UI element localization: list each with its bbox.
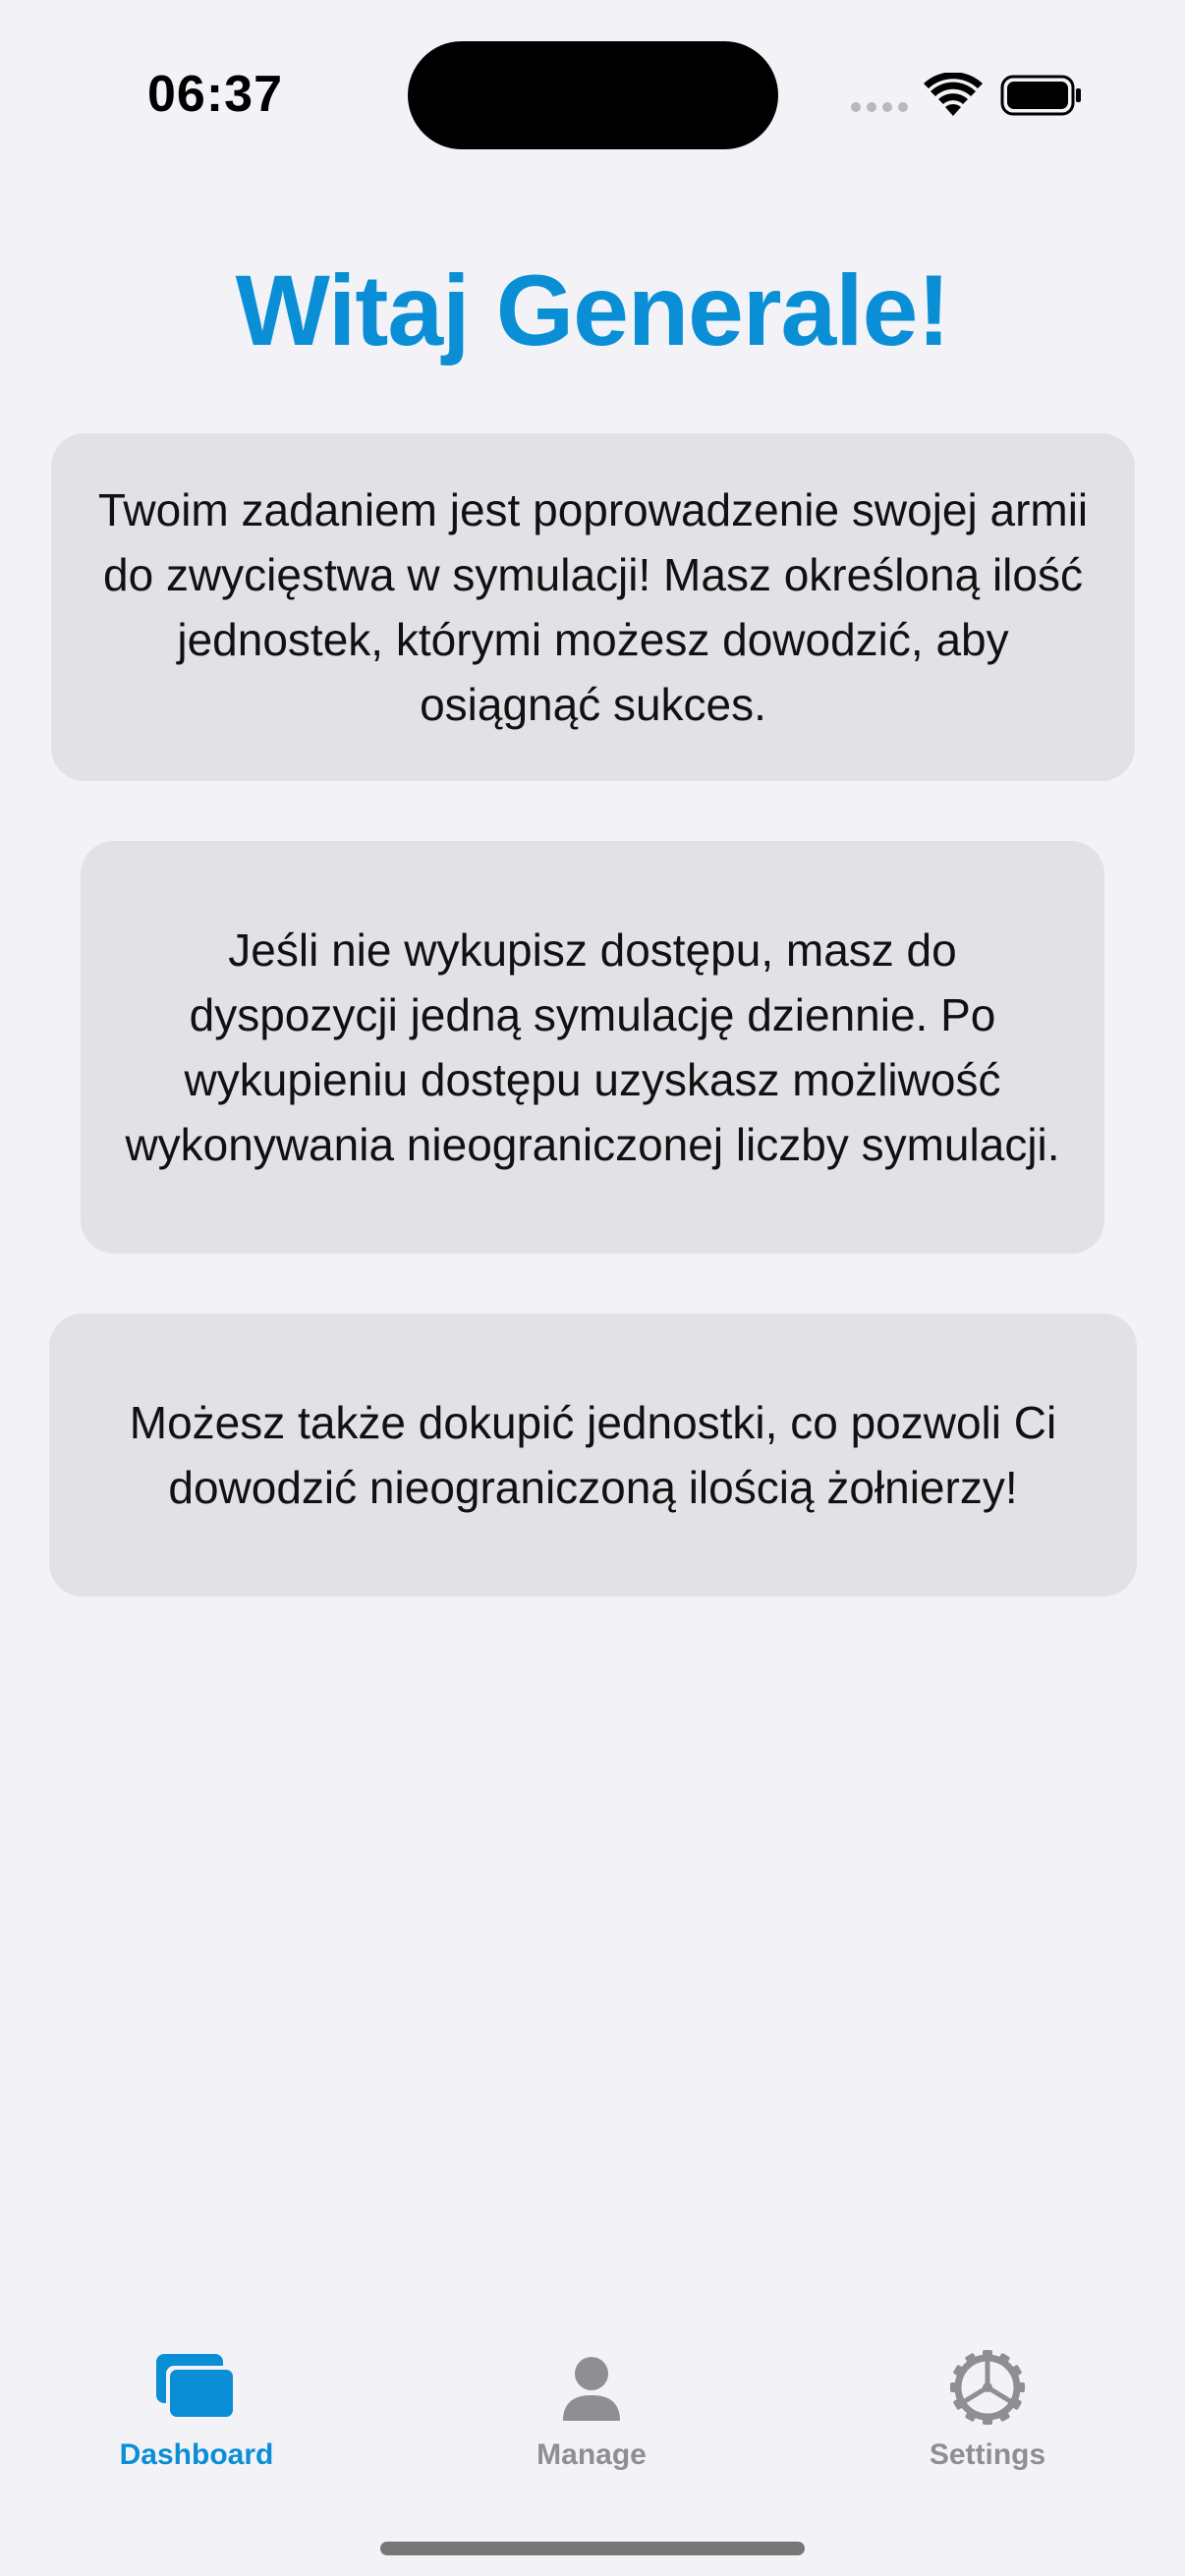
info-card-units: Możesz także dokupić jednostki, co pozwo… [49, 1314, 1137, 1596]
dynamic-island [408, 41, 778, 149]
dashboard-icon [156, 2354, 237, 2421]
page-title: Witaj Generale! [235, 254, 951, 366]
status-bar: 06:37 [0, 0, 1185, 187]
gear-icon [950, 2350, 1025, 2425]
info-card-mission: Twoim zadaniem jest poprowadzenie swojej… [51, 433, 1135, 781]
tab-dashboard[interactable]: Dashboard [69, 2328, 324, 2486]
tab-bar: Dashboard Manage Settings [0, 2328, 1185, 2486]
person-icon [563, 2357, 620, 2421]
cellular-signal-icon [851, 102, 908, 112]
tab-label-dashboard: Dashboard [119, 2438, 274, 2471]
info-card-text: Twoim zadaniem jest poprowadzenie swojej… [97, 484, 1089, 730]
tab-settings[interactable]: Settings [860, 2328, 1115, 2486]
tab-label-settings: Settings [929, 2438, 1046, 2471]
info-card-access: Jeśli nie wykupisz dostępu, masz do dysp… [81, 841, 1104, 1254]
tab-label-manage: Manage [536, 2438, 647, 2471]
battery-icon [1000, 75, 1081, 116]
wifi-icon [924, 73, 983, 116]
status-time: 06:37 [147, 66, 283, 123]
home-indicator[interactable] [380, 2542, 805, 2555]
tab-manage[interactable]: Manage [464, 2328, 719, 2486]
info-card-text: Jeśli nie wykupisz dostępu, masz do dysp… [125, 924, 1060, 1170]
info-card-text: Możesz także dokupić jednostki, co pozwo… [129, 1397, 1057, 1513]
